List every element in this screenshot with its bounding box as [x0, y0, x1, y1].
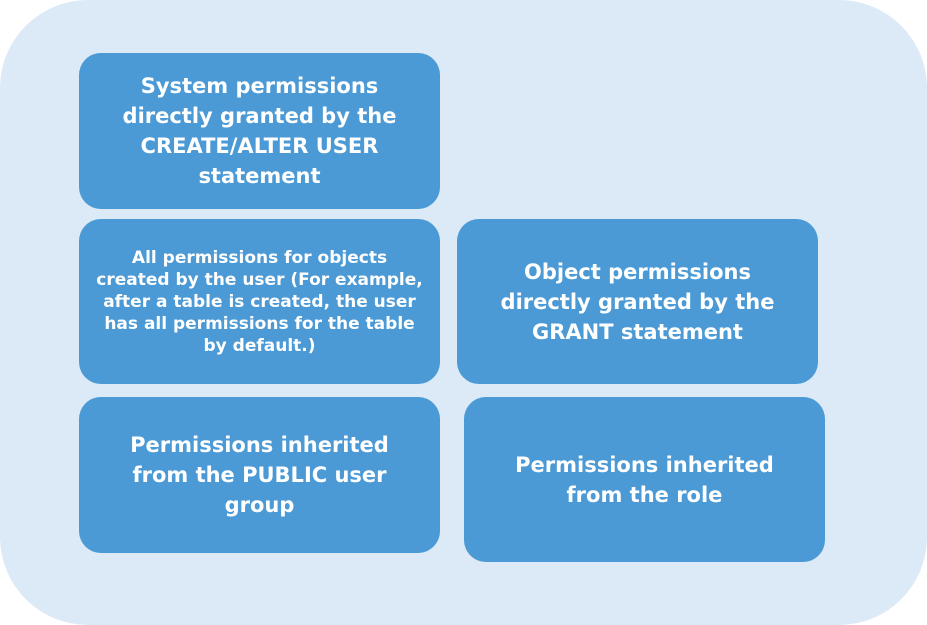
created-object-permissions-box: All permissions for objects created by t…	[79, 219, 440, 384]
object-permissions-label: Object permissions directly granted by t…	[500, 259, 775, 344]
object-permissions-box: Object permissions directly granted by t…	[457, 219, 818, 384]
system-permissions-label: System permissions directly granted by t…	[122, 74, 397, 188]
system-permissions-box: System permissions directly granted by t…	[79, 53, 440, 209]
diagram-background-panel: System permissions directly granted by t…	[0, 0, 927, 625]
role-permissions-box: Permissions inherited from the role	[464, 397, 825, 562]
public-group-permissions-box: Permissions inherited from the PUBLIC us…	[79, 397, 440, 553]
public-group-permissions-label: Permissions inherited from the PUBLIC us…	[130, 433, 389, 517]
role-permissions-label: Permissions inherited from the role	[515, 452, 774, 507]
created-object-permissions-label: All permissions for objects created by t…	[96, 247, 423, 356]
